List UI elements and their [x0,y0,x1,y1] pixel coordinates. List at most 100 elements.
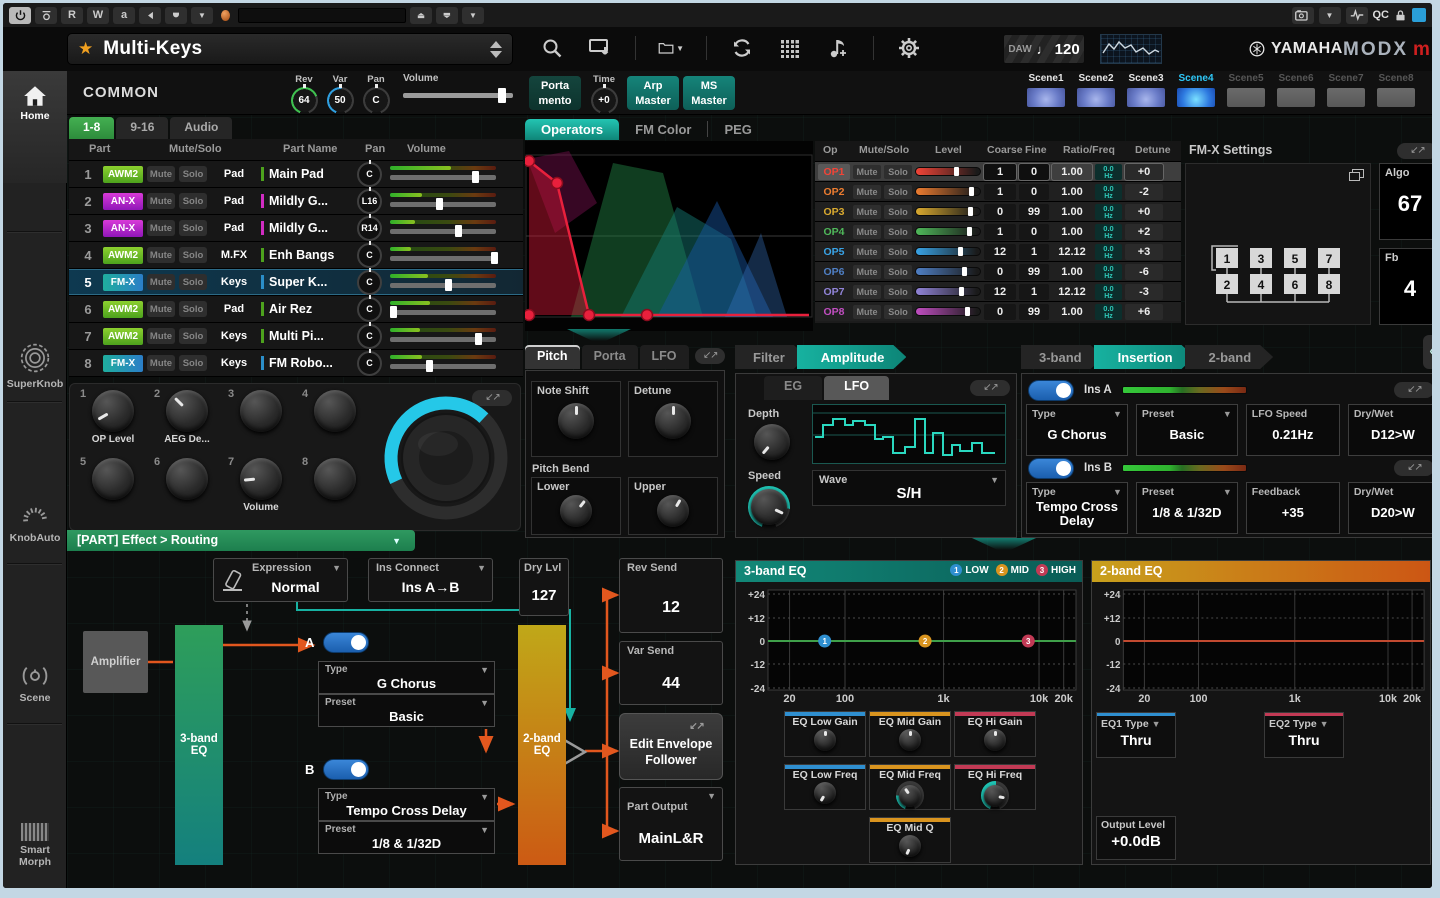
gear-icon[interactable] [896,35,922,61]
eject-down-icon[interactable]: ⏏ [436,6,458,24]
expand-icon[interactable]: ↙ ↗ [1394,460,1432,476]
level-slider[interactable] [915,287,981,296]
eq2-type-select[interactable]: EQ2 Type ▼ Thru [1264,712,1344,758]
fine-value[interactable]: 0 [1019,183,1049,200]
scene-pad[interactable] [1076,87,1116,108]
eq-knob-eq-hi-freq[interactable]: EQ Hi Freq [954,764,1036,810]
part-volume-slider[interactable] [390,192,496,210]
tab-3band[interactable]: 3-band [1021,345,1104,369]
coarse-value[interactable]: 1 [984,163,1016,180]
scene-pad[interactable] [1376,87,1416,108]
ratio-value[interactable]: 1.00 [1052,204,1092,220]
fx-param-dry-wet[interactable]: Dry/Wet D20>W [1347,482,1432,534]
part-row[interactable]: 7 AWM2 Mute Solo Keys Multi Pi... C [69,321,523,350]
mute-button[interactable]: Mute [853,184,881,199]
edit-envelope-follower-button[interactable]: ↙ ↗ Edit Envelope Follower [619,713,723,780]
eq-knob-eq-mid-freq[interactable]: EQ Mid Freq [869,764,951,810]
assign-knob-1[interactable]: 1 OP Level [80,388,146,446]
back-arrow-icon[interactable] [139,6,161,24]
eq-knob-eq-mid-gain[interactable]: EQ Mid Gain [869,711,951,757]
sidebar-item-knobauto[interactable]: KnobAuto [3,503,67,544]
solo-button[interactable]: Solo [884,304,912,319]
ins-a-toggle[interactable] [1028,379,1074,401]
tab-2band[interactable]: 2-band [1185,345,1274,369]
tab-lfo[interactable]: LFO [639,345,689,369]
level-slider[interactable] [915,187,981,196]
mute-button[interactable]: Mute [147,166,175,182]
tab-audio[interactable]: Audio [170,117,233,139]
operator-row[interactable]: OP4 Mute Solo 1 0 1.00 0.0 Hz +2 [815,221,1181,241]
solo-button[interactable]: Solo [179,193,207,209]
tab-porta[interactable]: Porta [581,345,638,369]
assign-knob-3[interactable]: 3 [228,388,294,446]
performance-spinner[interactable] [490,40,502,58]
fx-param-feedback[interactable]: Feedback +35 [1245,482,1340,534]
eq-knob-eq-low-freq[interactable]: EQ Low Freq [784,764,866,810]
mute-button[interactable]: Mute [853,264,881,279]
tab-parts-1-8[interactable]: 1-8 [69,117,115,139]
tab-parts-9-16[interactable]: 9-16 [116,117,169,139]
slot-a-toggle[interactable] [323,632,369,653]
tab-amp-lfo[interactable]: LFO [824,376,890,400]
assign-knob-5[interactable]: 5 [80,456,146,514]
tab-eg[interactable]: EG [764,376,823,400]
os-dropdown[interactable]: ▼ [462,6,484,24]
pan-knob[interactable]: C [357,267,382,295]
scene-pad[interactable] [1176,87,1216,108]
refresh-icon[interactable] [729,35,755,61]
ins-connect-select[interactable]: Ins Connect ▼ Ins A→B [368,558,493,602]
coarse-value[interactable]: 1 [984,223,1016,240]
sidebar-item-smart-morph[interactable]: Smart Morph [3,823,67,868]
operator-row[interactable]: OP2 Mute Solo 1 0 1.00 0.0 Hz -2 [815,181,1181,201]
expression-select[interactable]: Expression ▼ Normal [213,558,348,602]
waveform-monitor[interactable] [1100,34,1162,64]
eq1-type-select[interactable]: EQ1 Type ▼ Thru [1096,712,1176,758]
scene-pad[interactable] [1126,87,1166,108]
live-set-icon[interactable] [587,35,613,61]
reverb-send-knob[interactable]: Rev 64 [287,74,321,114]
operator-row[interactable]: OP6 Mute Solo 0 99 1.00 0.0 Hz -6 [815,261,1181,281]
solo-button[interactable]: Solo [884,164,912,179]
eq-knob-eq-low-gain[interactable]: EQ Low Gain [784,711,866,757]
mute-button[interactable]: Mute [147,355,175,371]
ms-master-button[interactable]: MS Master [683,76,735,110]
eject-up-icon[interactable]: ⏏ [410,6,432,24]
super-knob[interactable] [380,392,512,524]
scene-button[interactable]: Scene1 [1024,73,1068,108]
mute-button[interactable]: Mute [853,224,881,239]
slot-b-toggle[interactable] [323,759,369,780]
fine-value[interactable]: 1 [1019,283,1049,300]
part-volume-slider[interactable] [390,273,496,291]
coarse-value[interactable]: 0 [984,263,1016,280]
solo-button[interactable]: Solo [179,301,207,317]
slot-b-type-select[interactable]: Type ▼ Tempo Cross Delay [318,788,495,821]
scene-button[interactable]: Scene2 [1074,73,1118,108]
lfo-depth-knob[interactable] [754,424,790,460]
power-icon[interactable] [9,6,31,24]
mute-button[interactable]: Mute [147,247,175,263]
fine-value[interactable]: 99 [1019,263,1049,280]
operator-envelope-graph[interactable] [522,141,813,331]
level-slider[interactable] [915,167,981,176]
pan-knob[interactable]: C [357,240,382,268]
sidebar-item-home[interactable]: Home [3,71,67,183]
algorithm-diagram[interactable]: 1 2 3 4 5 6 7 8 [1185,163,1371,325]
sidebar-item-superknob[interactable]: SuperKnob [3,341,67,390]
3band-eq-graph[interactable]: +24 +12 0 -12 -24 20 100 1k 10k 20k 1 2 3 [740,586,1080,706]
fine-value[interactable]: 99 [1019,303,1049,320]
snapshot-dropdown[interactable]: ▼ [1318,6,1341,24]
note-input-icon[interactable] [825,35,851,61]
portamento-time-knob[interactable]: Time +0 [587,74,621,114]
fx-param-type[interactable]: Type ▼ Tempo Cross Delay [1026,482,1128,534]
solo-button[interactable]: Solo [179,247,207,263]
mute-button[interactable]: Mute [853,204,881,219]
scene-pad[interactable] [1326,87,1366,108]
pan-knob[interactable]: R14 [357,213,382,241]
common-label[interactable]: COMMON [83,84,159,101]
common-volume-slider[interactable]: Volume [403,73,513,103]
coarse-value[interactable]: 12 [984,243,1016,260]
routing-title-bar[interactable]: [PART] Effect > Routing ▼ [67,530,415,551]
favorite-star-icon[interactable]: ★ [78,39,93,59]
coarse-value[interactable]: 0 [984,203,1016,220]
part-row[interactable]: 5 FM-X Mute Solo Keys Super K... C [69,267,523,296]
